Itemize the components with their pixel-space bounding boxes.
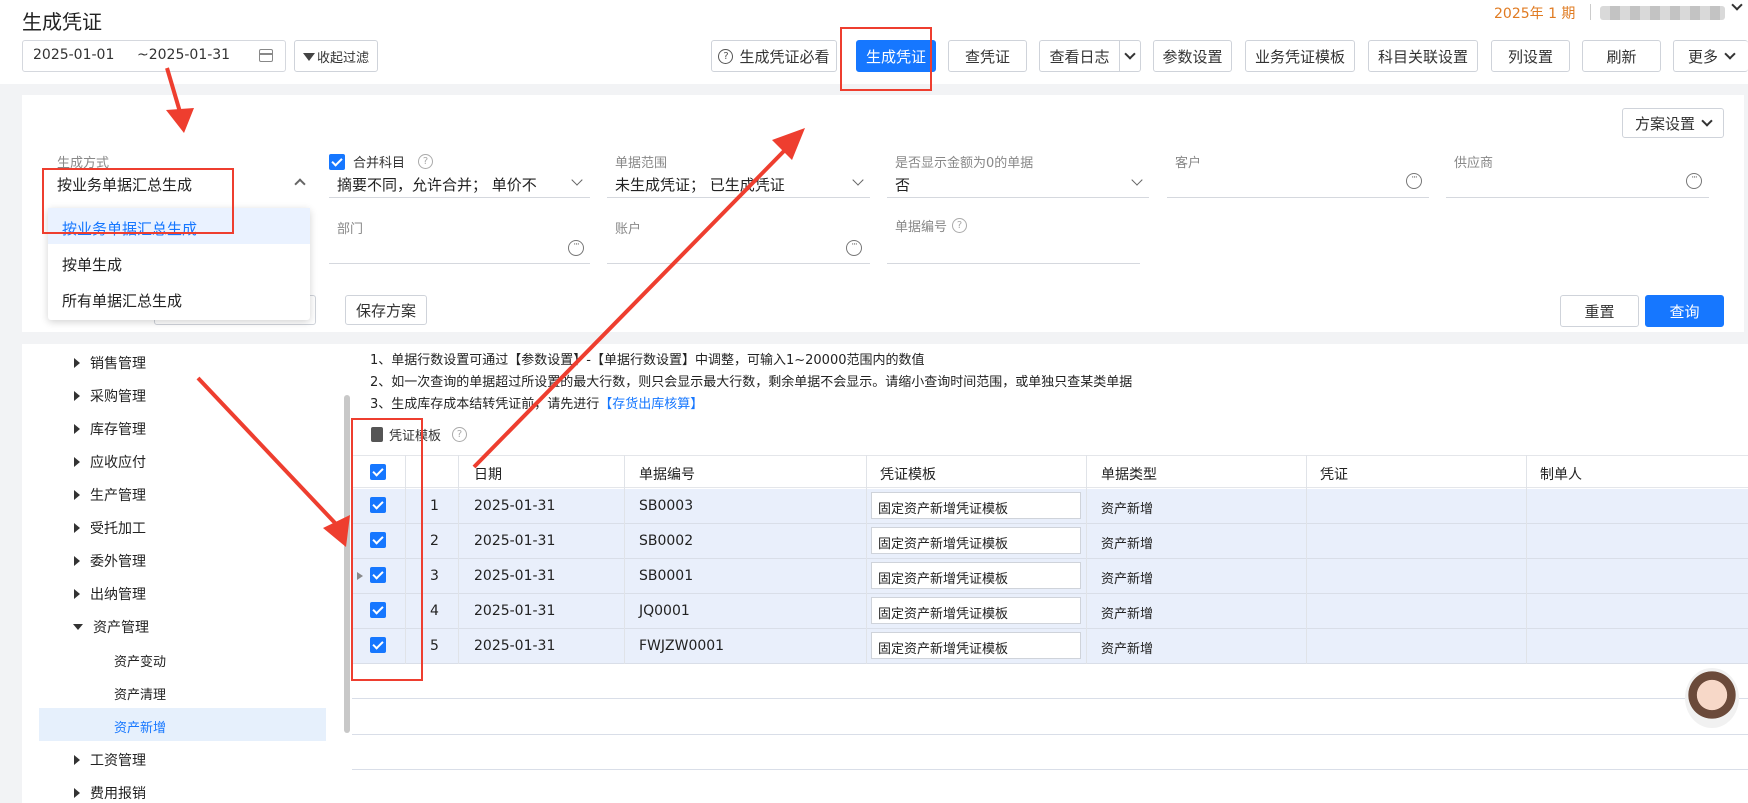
annotation-arrows [165, 67, 805, 547]
